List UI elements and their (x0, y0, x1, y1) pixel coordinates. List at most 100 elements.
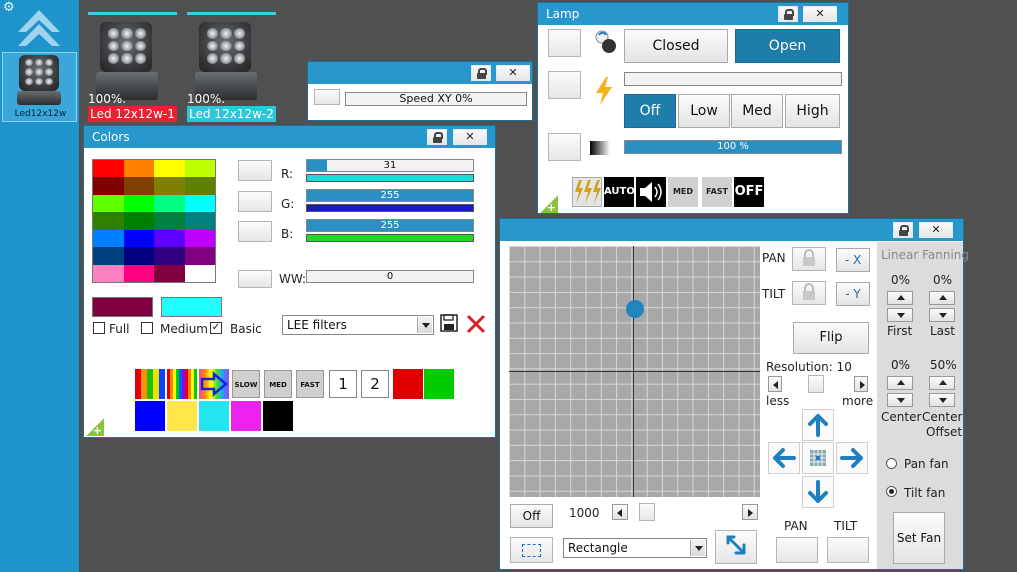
color-chase-effect-icon[interactable] (199, 369, 229, 399)
tilt-value-button[interactable] (827, 537, 869, 563)
palette-swatch[interactable] (93, 194, 124, 213)
move-right-button[interactable] (836, 442, 868, 474)
resolution-less-button[interactable] (768, 376, 782, 392)
basic-checkbox[interactable]: ✓ (210, 322, 222, 334)
size-increase-button[interactable] (742, 504, 758, 520)
green-slider[interactable]: 255 (306, 189, 474, 202)
palette-swatch[interactable] (123, 160, 154, 178)
pan-invert-button[interactable]: - X (836, 248, 870, 272)
palette-swatch[interactable] (184, 177, 215, 195)
speed-off-button[interactable]: Off (624, 94, 676, 128)
first-down-button[interactable] (887, 308, 913, 322)
green-channel-button[interactable] (238, 191, 272, 212)
ww-slider[interactable]: 0 (306, 270, 474, 283)
lock-button[interactable] (778, 6, 798, 22)
palette-swatch[interactable] (184, 264, 215, 282)
add-corner-icon[interactable]: + (86, 418, 104, 437)
pan-tilt-grid[interactable] (509, 246, 760, 497)
speed-med-button[interactable]: Med (731, 94, 783, 128)
size-slider-thumb[interactable] (639, 503, 655, 521)
quick-color-blue[interactable] (135, 401, 165, 431)
tilt-fan-radio[interactable] (886, 486, 897, 497)
blue-channel-button[interactable] (238, 221, 272, 242)
shape-select-button[interactable] (510, 537, 553, 563)
palette-swatch[interactable] (123, 229, 154, 248)
close-button[interactable]: ✕ (453, 129, 487, 145)
add-corner-icon[interactable]: + (540, 195, 558, 214)
resolution-slider-thumb[interactable] (808, 375, 824, 393)
palette-swatch[interactable] (154, 229, 185, 248)
shutter-open-button[interactable]: Open (735, 29, 840, 63)
palette-swatch[interactable] (184, 160, 215, 178)
blue-slider[interactable]: 255 (306, 219, 474, 232)
quick-color-cyan[interactable] (199, 401, 229, 431)
strobe-slider[interactable] (624, 72, 842, 86)
set-fan-button[interactable]: Set Fan (893, 512, 945, 564)
shape-select[interactable]: Rectangle (563, 538, 707, 558)
palette-swatch[interactable] (93, 160, 124, 178)
speed-reset-button[interactable] (314, 89, 340, 105)
flip-button[interactable]: Flip (793, 322, 869, 354)
last-up-button[interactable] (929, 291, 955, 305)
delete-icon[interactable] (465, 313, 487, 335)
tilt-invert-button[interactable]: - Y (836, 282, 870, 306)
gear-icon[interactable]: ⚙ (3, 1, 17, 15)
position-marker[interactable] (625, 299, 644, 318)
lamp-window-titlebar[interactable]: Lamp (538, 3, 848, 25)
move-down-button[interactable] (802, 476, 834, 508)
dimmer-slider[interactable]: 100 % (624, 140, 842, 154)
palette-swatch[interactable] (93, 264, 124, 282)
lock-button[interactable] (427, 129, 447, 145)
pan-value-button[interactable] (776, 537, 818, 563)
palette-swatch[interactable] (93, 212, 124, 230)
up-arrow-icon[interactable] (16, 8, 62, 48)
fixture-tile-1[interactable]: 100%. Led 12x12w-1 (88, 12, 177, 122)
speed-low-button[interactable]: Low (678, 94, 730, 128)
quick-color-green[interactable] (424, 369, 454, 399)
preset-2-button[interactable]: 2 (361, 370, 389, 398)
palette-swatch[interactable] (184, 229, 215, 248)
off-icon[interactable]: OFF (734, 177, 764, 207)
quick-color-yellow[interactable] (167, 401, 197, 431)
palette-swatch[interactable] (154, 247, 185, 265)
fixture-thumbnail[interactable]: Led12x12w (2, 52, 77, 122)
quick-color-magenta[interactable] (231, 401, 261, 431)
last-down-button[interactable] (929, 308, 955, 322)
center-button[interactable] (802, 442, 834, 474)
ww-channel-button[interactable] (238, 270, 272, 288)
close-button[interactable]: ✕ (803, 6, 837, 22)
speed-xy-slider[interactable]: Speed XY 0% (345, 92, 527, 106)
rainbow-effect-icon[interactable] (135, 369, 165, 399)
preset-1-button[interactable]: 1 (329, 370, 357, 398)
size-decrease-button[interactable] (612, 504, 628, 520)
move-left-button[interactable] (768, 442, 800, 474)
palette-swatch[interactable] (154, 264, 185, 282)
offset-up-button[interactable] (929, 376, 955, 390)
strobe-random-icon[interactable] (572, 177, 602, 207)
xy-off-button[interactable]: Off (510, 504, 553, 528)
full-checkbox[interactable] (93, 322, 105, 334)
pan-lock-button[interactable] (792, 247, 826, 271)
dimmer-select-button[interactable] (548, 133, 581, 161)
tilt-lock-button[interactable] (792, 281, 826, 305)
offset-down-button[interactable] (929, 393, 955, 407)
lock-button[interactable] (471, 65, 491, 81)
strobe-select-button[interactable] (548, 71, 581, 99)
red-channel-button[interactable] (238, 160, 272, 181)
lock-button[interactable] (893, 222, 913, 238)
palette-swatch[interactable] (93, 229, 124, 248)
palette-swatch[interactable] (93, 177, 124, 195)
close-button[interactable]: ✕ (496, 65, 530, 81)
fixture-tile-2[interactable]: 100%. Led 12x12w-2 (187, 12, 276, 122)
palette-swatch[interactable] (123, 177, 154, 195)
medium-checkbox[interactable] (141, 322, 153, 334)
fast-effect-icon[interactable]: FAST (296, 370, 324, 398)
color-stripes-effect-icon[interactable] (167, 369, 197, 399)
quick-color-red[interactable] (393, 369, 423, 399)
palette-swatch[interactable] (123, 194, 154, 213)
palette-swatch[interactable] (184, 247, 215, 265)
palette-swatch[interactable] (154, 177, 185, 195)
shutter-closed-button[interactable]: Closed (624, 29, 728, 63)
palette-swatch[interactable] (184, 194, 215, 213)
palette-swatch[interactable] (154, 212, 185, 230)
